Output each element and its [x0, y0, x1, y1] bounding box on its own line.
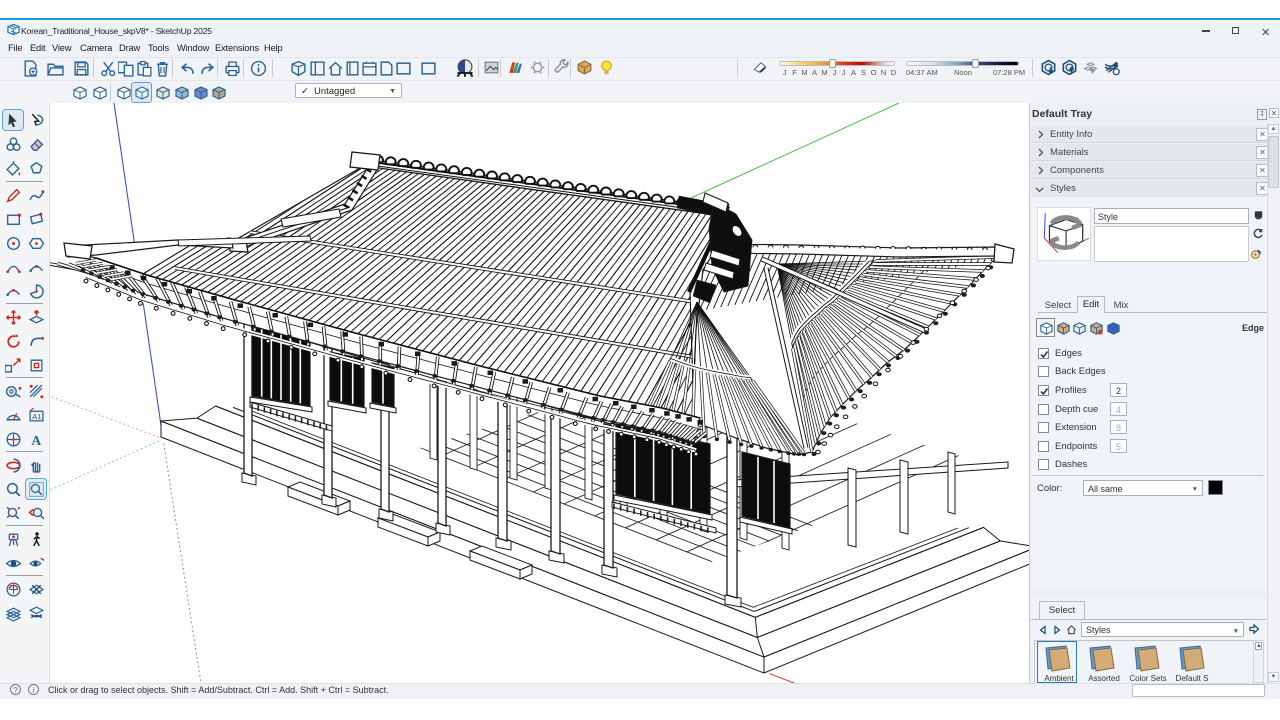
svg-text:A1: A1 — [32, 412, 41, 421]
svg-text:A: A — [31, 433, 41, 448]
